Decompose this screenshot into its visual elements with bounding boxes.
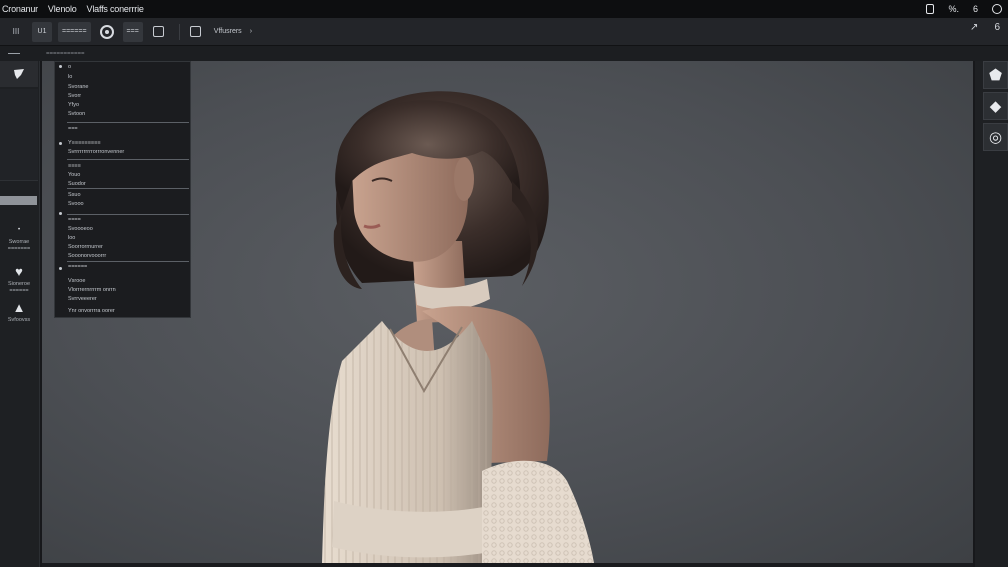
status-strip [42, 563, 973, 567]
sidebar-tool-1[interactable]: • Sworrae ======= [0, 223, 38, 253]
sidebar-tool-brush[interactable] [0, 61, 38, 87]
sidebar-tool-2-sub: ====== [9, 288, 29, 294]
brush-icon [14, 69, 24, 79]
layer-item[interactable]: === [68, 126, 78, 133]
layer-handle[interactable] [59, 65, 62, 68]
layer-handle[interactable] [59, 267, 62, 270]
target-icon [99, 24, 114, 39]
sub-bar: =========== [0, 46, 1008, 61]
layer-item[interactable]: Svrrrrrrrrrrorrronvenner [68, 149, 124, 156]
export-icon[interactable]: ↗ [970, 22, 978, 33]
layer-item[interactable]: Svorane [68, 84, 89, 91]
target-button[interactable]: ◎ [983, 123, 1008, 151]
pin-icon: ⬟ [988, 67, 1003, 84]
layer-divider [67, 159, 189, 160]
frame-icon [153, 26, 165, 37]
toolbar-button-layout[interactable]: U1 [32, 21, 52, 42]
toolbar-button-grid-label: III [12, 27, 20, 36]
sidebar-tool-1-sub: ======= [7, 246, 31, 252]
right-sidebar: ⬟ ◆ ◎ [975, 61, 1008, 567]
breadcrumb[interactable]: =========== [46, 51, 85, 57]
layer-item[interactable]: Vsrooe [68, 278, 85, 285]
sidebar-tool-2[interactable]: ♥ Sioneroe ====== [0, 265, 38, 295]
diamond-icon: ◆ [989, 98, 1002, 115]
layer-item[interactable]: ==== [68, 217, 81, 224]
checkbox-icon [190, 26, 202, 37]
toolbar-button-options-label: ====== [62, 28, 87, 35]
layer-item[interactable]: ====== [68, 264, 87, 271]
sidebar-tool-1-label: Sworrae [8, 239, 30, 245]
menu-item-window[interactable]: Vlaffs conerrrie [87, 4, 144, 14]
layer-divider [67, 188, 189, 189]
collapse-icon[interactable] [8, 53, 20, 54]
toolbar-right-label[interactable]: 6 [994, 22, 1000, 33]
layer-divider [67, 214, 189, 215]
layer-divider [67, 261, 189, 262]
toolbar-button-frame[interactable] [149, 22, 169, 42]
left-sidebar: • Sworrae ======= ♥ Sioneroe ====== ▲ Sv… [0, 61, 40, 567]
toolbar-divider [178, 23, 180, 40]
layer-item[interactable]: loo [68, 235, 75, 242]
menu-item-file[interactable]: Cronanur [2, 4, 38, 14]
sidebar-slider[interactable] [0, 196, 37, 205]
toolbar-button-menu[interactable]: === [122, 21, 143, 42]
toolbar-dropdown-label[interactable]: Vffusrers [214, 28, 242, 35]
layer-item[interactable]: Yfyo [68, 102, 79, 109]
layer-item[interactable]: Vlorrrernrrrrm onrrn [68, 287, 116, 294]
layer-item[interactable]: Youo [68, 172, 80, 179]
dot-icon: • [17, 227, 21, 233]
layer-item[interactable]: Svorr [68, 93, 81, 100]
layer-handle[interactable] [59, 142, 62, 145]
pin-button[interactable]: ⬟ [983, 61, 1008, 89]
layer-item[interactable]: Svooo [68, 201, 84, 208]
layer-item[interactable]: Soorrorrnurrer [68, 244, 103, 251]
target-circle-icon: ◎ [988, 129, 1003, 146]
sidebar-panel [0, 89, 38, 181]
battery-icon [926, 4, 935, 14]
layer-item[interactable]: Y≡≡≡≡≡≡≡≡≡ [68, 140, 101, 147]
sidebar-tool-3[interactable]: ▲ Svfoovss [0, 301, 38, 324]
toolbar-button-grid[interactable]: III [6, 22, 26, 42]
toolbar-button-checkbox[interactable] [186, 22, 206, 42]
tray-label-signal: %. [948, 4, 959, 14]
layer-handle[interactable] [59, 212, 62, 215]
toolbar: III U1 ====== === Vffusrers › ↗ 6 [0, 18, 1008, 46]
tray-label-6: 6 [972, 4, 978, 14]
system-tray: %. 6 [926, 0, 1002, 18]
diamond-button[interactable]: ◆ [983, 92, 1008, 120]
layers-panel: o lo Svorane Svorr Yfyo Svtoon === Y≡≡≡≡… [54, 61, 191, 318]
toolbar-button-layout-label: U1 [37, 28, 47, 35]
chevron-right-icon[interactable]: › [250, 28, 252, 35]
flame-icon: ♥ [15, 264, 23, 279]
layer-item[interactable]: Ynr onvorrrra oorer [68, 308, 115, 315]
layer-divider [67, 122, 189, 123]
menu-item-view[interactable]: Vlenolo [48, 4, 77, 14]
layer-item[interactable]: o [68, 64, 71, 71]
toolbar-button-target[interactable] [97, 22, 117, 42]
menu-bar: Cronanur Vlenolo Vlaffs conerrrie %. 6 [0, 0, 1008, 18]
layer-item[interactable]: ≡≡≡≡ [68, 163, 81, 170]
sidebar-tool-3-label: Svfoovss [7, 317, 31, 323]
toolbar-button-menu-label: === [126, 28, 139, 35]
layer-item[interactable]: lo [68, 74, 72, 81]
sidebar-tool-2-label: Sioneroe [7, 281, 31, 287]
layer-item[interactable]: Svoooeoo [68, 226, 93, 233]
layer-item[interactable]: Svrrveeerer [68, 296, 97, 303]
layer-item[interactable]: Svtoon [68, 111, 85, 118]
toolbar-button-options[interactable]: ====== [58, 21, 91, 42]
status-icon [992, 4, 1002, 14]
stamp-icon: ▲ [12, 300, 26, 315]
layer-item[interactable]: Sooonorvooorrr [68, 253, 106, 260]
toolbar-right-group: ↗ 6 [970, 22, 1000, 33]
layer-item[interactable]: Ssuo [68, 192, 81, 199]
layer-item[interactable]: Suodor [68, 181, 86, 188]
